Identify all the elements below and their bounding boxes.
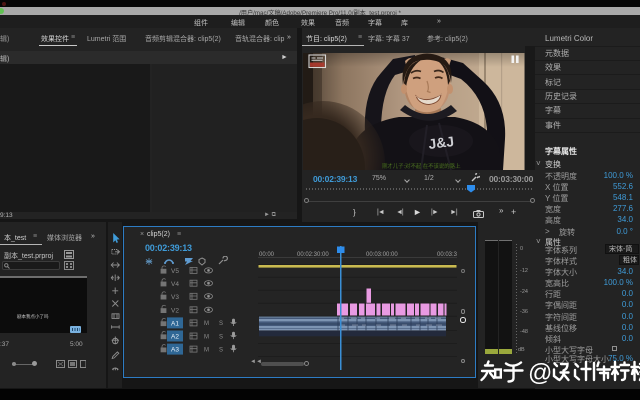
svg-text:00:03:30:0: 00:03:30:0 <box>437 252 457 258</box>
svg-text:S: S <box>219 347 223 353</box>
svg-text:M: M <box>204 347 209 353</box>
svg-text:00:02:30:00: 00:02:30:00 <box>297 252 329 258</box>
svg-text:@: @ <box>528 360 552 387</box>
svg-text:V4: V4 <box>171 281 179 288</box>
svg-text:00:03:00:00: 00:03:00:00 <box>366 252 398 258</box>
svg-text:M: M <box>204 334 209 340</box>
svg-text:A3: A3 <box>171 347 179 354</box>
svg-text:A1: A1 <box>171 320 179 327</box>
svg-text:V5: V5 <box>171 268 179 275</box>
svg-text:A2: A2 <box>171 334 179 341</box>
svg-text:V3: V3 <box>171 294 179 301</box>
svg-text:S: S <box>219 321 223 327</box>
svg-text:V2: V2 <box>171 307 179 314</box>
svg-text:J&J: J&J <box>427 132 454 151</box>
svg-text:00:00: 00:00 <box>259 252 275 258</box>
svg-text:S: S <box>219 334 223 340</box>
svg-text:刚才儿子:对不起 在不该说的路上: 刚才儿子:对不起 在不该说的路上 <box>382 162 461 170</box>
svg-text:M: M <box>204 321 209 327</box>
